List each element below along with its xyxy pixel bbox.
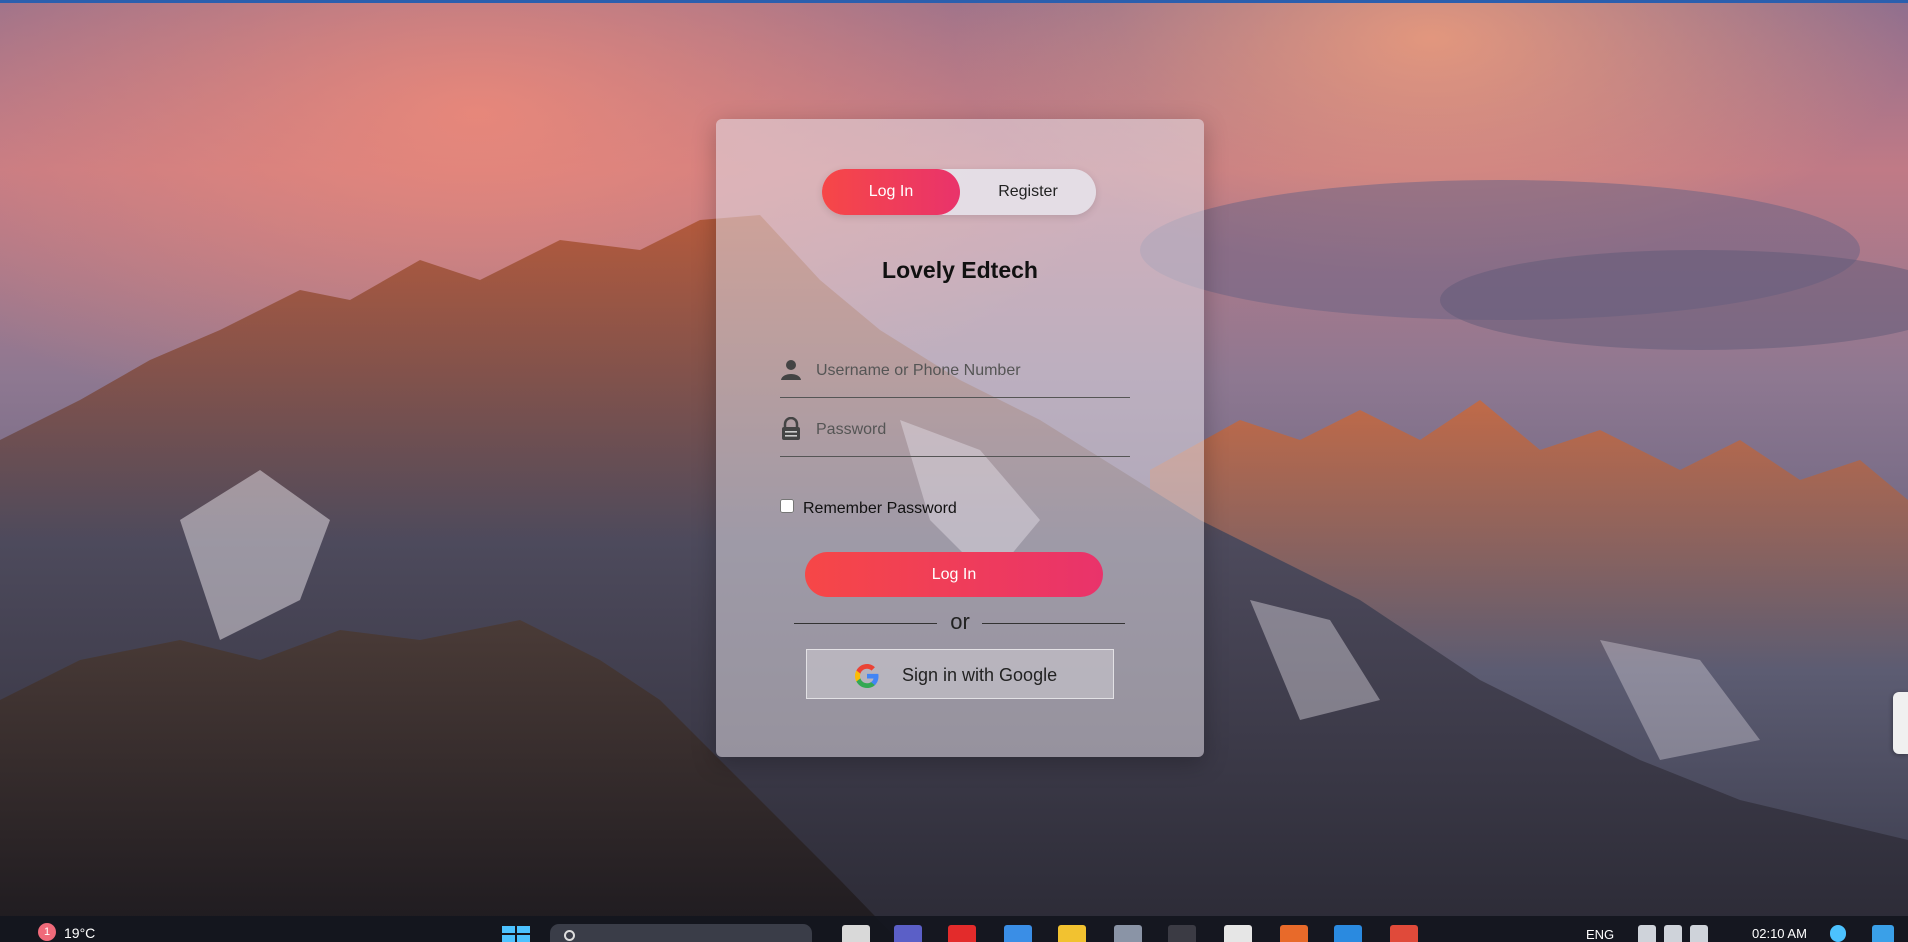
clock-time[interactable]: 02:10 AM: [1752, 926, 1807, 941]
google-icon: [855, 664, 879, 688]
weather-temperature: 19°C: [64, 925, 96, 941]
google-sign-in-button[interactable]: Sign in with Google: [806, 649, 1114, 699]
user-icon: [781, 360, 801, 380]
pdf-viewer-icon[interactable]: [1224, 925, 1252, 942]
app-orange-icon[interactable]: [1280, 925, 1308, 942]
taskbar: 1 19°C ENG 02:10 AM: [0, 916, 1908, 942]
vscode-icon[interactable]: [1334, 925, 1362, 942]
notification-icon[interactable]: [1830, 925, 1846, 942]
settings-icon[interactable]: [1114, 925, 1142, 942]
separator-line-left: [794, 623, 937, 624]
remember-password-checkbox[interactable]: [780, 499, 794, 513]
log-in-button[interactable]: Log In: [805, 552, 1103, 597]
file-manager-icon[interactable]: [842, 925, 870, 942]
tab-register[interactable]: Register: [960, 169, 1096, 215]
tab-log-in[interactable]: Log In: [822, 169, 960, 215]
network-icon[interactable]: [1638, 925, 1656, 942]
app-icon[interactable]: [1168, 925, 1196, 942]
store-icon[interactable]: [1004, 925, 1032, 942]
side-panel-handle[interactable]: [1893, 692, 1908, 754]
chrome-icon[interactable]: [1390, 925, 1418, 942]
google-sign-in-label: Sign in with Google: [902, 665, 1058, 685]
battery-icon[interactable]: [1690, 925, 1708, 942]
youtube-icon[interactable]: [948, 925, 976, 942]
remember-password-label: Remember Password: [803, 500, 957, 517]
auth-mode-toggle: Log In Register: [822, 169, 1096, 215]
password-field: [780, 407, 1130, 457]
username-field: [780, 348, 1130, 398]
search-icon: [564, 930, 575, 941]
username-input[interactable]: [816, 354, 1126, 388]
volume-icon[interactable]: [1664, 925, 1682, 942]
folder-icon[interactable]: [1058, 925, 1086, 942]
language-indicator[interactable]: ENG: [1586, 927, 1614, 942]
window-top-border: [0, 0, 1908, 3]
teams-icon[interactable]: [894, 925, 922, 942]
weather-alert-badge: 1: [38, 923, 56, 941]
windows-start-icon[interactable]: [502, 926, 530, 942]
separator-line-right: [982, 623, 1125, 624]
password-input[interactable]: [816, 413, 1126, 447]
brand-title: Lovely Edtech: [882, 257, 1038, 283]
copilot-icon[interactable]: [1872, 925, 1894, 942]
lock-icon: [782, 417, 800, 440]
taskbar-search-box[interactable]: [550, 924, 812, 942]
separator-text: or: [950, 609, 970, 634]
login-card: Log In Register Lovely Edtech Remember P…: [716, 119, 1204, 757]
